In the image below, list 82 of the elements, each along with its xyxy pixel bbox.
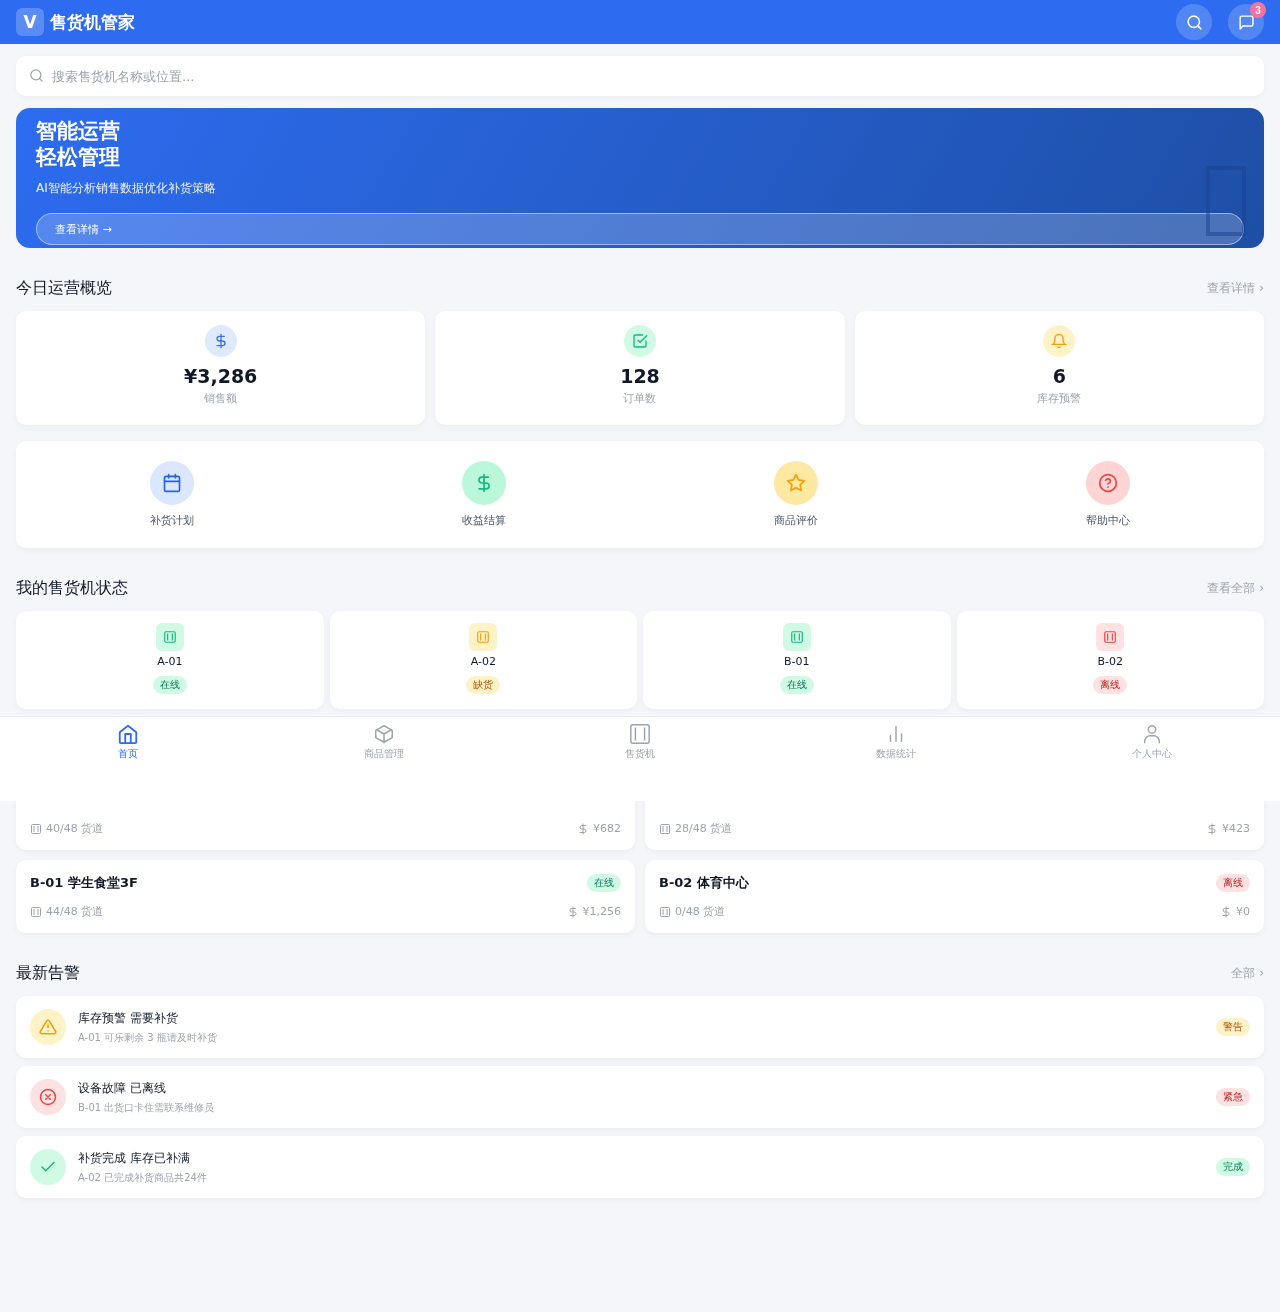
status-badge: 缺货: [466, 676, 501, 694]
machine-code: A-01: [157, 655, 183, 668]
alert-badge: 警告: [1216, 1018, 1250, 1036]
nav-tab[interactable]: 首页: [117, 717, 139, 761]
section-title: 最新告警: [16, 963, 80, 984]
machine-name: B-02 体育中心: [659, 874, 749, 892]
machine-icon: [1103, 630, 1118, 644]
logo: V: [16, 8, 44, 36]
alert-title: 设备故障 已离线: [78, 1079, 167, 1097]
section-title: 今日运营概览: [16, 278, 112, 299]
machine-detail-card[interactable]: B-02 体育中心 离线 0/48 货道 ¥0: [645, 860, 1264, 933]
machine-icon: [789, 630, 804, 644]
glyph-icon: [1206, 166, 1246, 236]
cube-icon: [373, 723, 395, 745]
machine-card[interactable]: A-02 缺货: [329, 611, 637, 709]
chat-icon: [1237, 13, 1255, 31]
slot-count: 40/48 货道: [46, 821, 104, 836]
home-icon: [117, 723, 139, 745]
machine-code: B-02: [1097, 655, 1123, 668]
alert-badge: 完成: [1216, 1158, 1250, 1176]
alert-title: 库存预警 需要补货: [78, 1009, 179, 1027]
machine-icon: [476, 630, 491, 644]
machine-icon: [659, 822, 671, 835]
slot-count: 44/48 货道: [46, 904, 104, 919]
dollar-icon: [577, 822, 589, 835]
app-title: 售货机管家: [50, 10, 135, 34]
machine-icon: [30, 905, 42, 918]
calendar-icon: [162, 473, 182, 493]
user-icon: [1141, 723, 1163, 745]
machine-card[interactable]: B-01 在线: [643, 611, 951, 709]
dollar-icon: [1206, 822, 1218, 835]
bell-icon: [1051, 333, 1068, 349]
alert-badge: 紧急: [1216, 1088, 1250, 1106]
machine-icon: [162, 630, 177, 644]
machine-name: B-01 学生食堂3F: [30, 874, 138, 892]
status-badge: 在线: [587, 874, 621, 892]
alert-detail: A-02 已完成补货商品共24件: [78, 1170, 208, 1185]
section-title: 我的售货机状态: [16, 578, 128, 599]
notification-badge: 3: [1250, 2, 1266, 18]
error-icon: [39, 1088, 57, 1106]
help-icon: [1098, 473, 1118, 493]
banner-subtitle: AI智能分析销售数据优化补货策略: [36, 180, 217, 197]
alert-item[interactable]: 补货完成 库存已补满 A-02 已完成补货商品共24件 完成: [16, 1136, 1264, 1198]
machine-code: B-01: [784, 655, 810, 668]
banner-title: 智能运营 轻松管理: [36, 118, 121, 170]
stat-value: 6: [1052, 365, 1066, 387]
machine-icon: [659, 905, 671, 918]
alert-detail: B-01 出货口卡住需联系维修员: [78, 1100, 216, 1115]
status-badge: 离线: [1216, 874, 1250, 892]
search-button[interactable]: [1176, 4, 1212, 40]
alert-item[interactable]: 设备故障 已离线 B-01 出货口卡住需联系维修员 紧急: [16, 1066, 1264, 1128]
status-badge: 离线: [1093, 676, 1128, 694]
search-icon: [29, 68, 44, 83]
alert-title: 补货完成 库存已补满: [78, 1149, 191, 1167]
revenue: ¥1,256: [582, 905, 621, 918]
status-badge: 在线: [779, 676, 814, 694]
machine-icon: [30, 822, 42, 835]
dollar-icon: [1220, 905, 1232, 918]
stat-label: 订单数: [623, 391, 657, 406]
machine-icon: [629, 723, 651, 745]
dollar-icon: [566, 905, 579, 918]
stat-label: 销售额: [204, 391, 238, 406]
alert-detail: A-01 可乐剩余 3 瓶请及时补货: [78, 1030, 218, 1045]
machine-card[interactable]: B-02 离线: [956, 611, 1264, 709]
machine-card[interactable]: A-01 在线: [16, 611, 324, 709]
status-badge: 在线: [152, 676, 187, 694]
machine-detail-card[interactable]: B-01 学生食堂3F 在线 44/48 货道 ¥1,256: [16, 860, 635, 933]
alert-item[interactable]: 库存预警 需要补货 A-01 可乐剩余 3 瓶请及时补货 警告: [16, 996, 1264, 1058]
machine-code: A-02: [470, 655, 496, 668]
warning-icon: [39, 1018, 57, 1036]
star-icon: [786, 473, 806, 493]
revenue: ¥423: [1222, 822, 1250, 835]
stat-value: ¥3,286: [184, 365, 258, 387]
checkbox-icon: [632, 333, 648, 349]
search-icon: [1185, 13, 1203, 31]
revenue: ¥682: [593, 822, 621, 835]
search-field[interactable]: 搜索售货机名称或位置...: [16, 56, 1264, 96]
revenue: ¥0: [1236, 905, 1250, 918]
stat-value: 128: [620, 365, 660, 387]
slot-count: 28/48 货道: [675, 821, 733, 836]
slot-count: 0/48 货道: [675, 904, 726, 919]
stat-label: 库存预警: [1037, 391, 1082, 406]
